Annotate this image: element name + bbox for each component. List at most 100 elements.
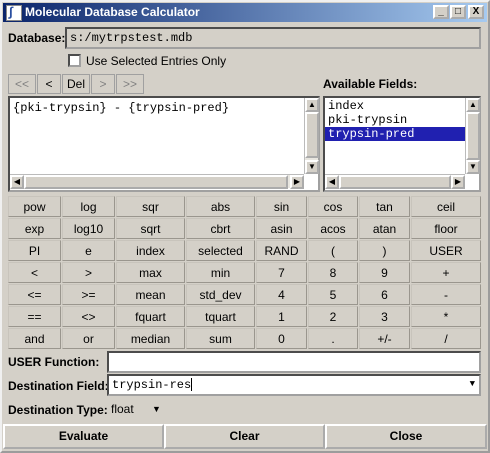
calc-key-button[interactable]: and xyxy=(8,328,61,349)
calc-key-button[interactable]: PI xyxy=(8,240,61,261)
expression-editor[interactable]: {pki-trypsin} - {trypsin-pred} ▲ ▼ ◀ ▶ xyxy=(8,96,320,192)
calc-key-button[interactable]: ) xyxy=(359,240,410,261)
calc-key-button[interactable]: ceil xyxy=(411,196,481,217)
expression-vscrollbar[interactable]: ▲ ▼ xyxy=(304,98,319,174)
list-item[interactable]: pki-trypsin xyxy=(325,113,465,127)
calc-key-button[interactable]: std_dev xyxy=(186,284,255,305)
calc-key-button[interactable]: cos xyxy=(308,196,358,217)
calc-key-button[interactable]: USER xyxy=(411,240,481,261)
calc-key-button[interactable]: sin xyxy=(256,196,307,217)
calc-key-button[interactable]: pow xyxy=(8,196,61,217)
calc-key-button[interactable]: floor xyxy=(411,218,481,239)
scroll-right-icon[interactable]: ▶ xyxy=(290,175,304,189)
use-selected-checkbox[interactable] xyxy=(68,54,81,67)
calc-key-button[interactable]: selected xyxy=(186,240,255,261)
destination-field-combo[interactable]: trypsin-res ▼ xyxy=(107,374,481,396)
calc-key-button[interactable]: + xyxy=(411,262,481,283)
calc-key-button[interactable]: RAND xyxy=(256,240,307,261)
calc-key-button[interactable]: 1 xyxy=(256,306,307,327)
calc-key-button[interactable]: max xyxy=(116,262,185,283)
calc-key-button[interactable]: == xyxy=(8,306,61,327)
calc-key-button[interactable]: +/- xyxy=(359,328,410,349)
window-title: Molecular Database Calculator xyxy=(25,5,200,19)
calc-key-button[interactable]: 6 xyxy=(359,284,410,305)
calc-key-button[interactable]: 7 xyxy=(256,262,307,283)
scroll-left-icon[interactable]: ◀ xyxy=(10,175,24,189)
calc-key-button[interactable]: or xyxy=(62,328,115,349)
calc-key-button[interactable]: atan xyxy=(359,218,410,239)
calc-key-button[interactable]: >= xyxy=(62,284,115,305)
calc-key-button[interactable]: log xyxy=(62,196,115,217)
scroll-left-icon[interactable]: ◀ xyxy=(325,175,339,189)
scroll-down-icon[interactable]: ▼ xyxy=(466,160,480,174)
calc-key-button[interactable]: 5 xyxy=(308,284,358,305)
calc-key-button[interactable]: sqrt xyxy=(116,218,185,239)
scroll-thumb[interactable] xyxy=(305,112,319,158)
destination-type-label: Destination Type: xyxy=(8,403,108,417)
fields-vscrollbar[interactable]: ▲ ▼ xyxy=(465,98,480,174)
calc-key-button[interactable]: < xyxy=(8,262,61,283)
calc-key-button[interactable]: min xyxy=(186,262,255,283)
hscroll-thumb[interactable] xyxy=(339,175,451,189)
last-entry-button[interactable]: >> xyxy=(116,74,144,94)
calc-key-button[interactable]: . xyxy=(308,328,358,349)
calc-key-button[interactable]: 0 xyxy=(256,328,307,349)
fields-hscrollbar[interactable]: ◀ ▶ xyxy=(325,174,465,189)
calc-key-button[interactable]: ( xyxy=(308,240,358,261)
list-item[interactable]: index xyxy=(325,99,465,113)
destination-type-select[interactable]: float ▼ xyxy=(108,399,163,419)
scroll-up-icon[interactable]: ▲ xyxy=(466,98,480,112)
use-selected-label: Use Selected Entries Only xyxy=(86,54,227,68)
scroll-right-icon[interactable]: ▶ xyxy=(451,175,465,189)
user-function-input[interactable] xyxy=(107,351,481,373)
prev-entry-button[interactable]: < xyxy=(37,74,61,94)
calc-key-button[interactable]: index xyxy=(116,240,185,261)
calc-key-button[interactable]: - xyxy=(411,284,481,305)
app-icon: ∫ xyxy=(6,4,22,21)
calc-key-button[interactable]: mean xyxy=(116,284,185,305)
calc-key-button[interactable]: 2 xyxy=(308,306,358,327)
calc-key-button[interactable]: sqr xyxy=(116,196,185,217)
calc-key-button[interactable]: tquart xyxy=(186,306,255,327)
calc-key-button[interactable]: cbrt xyxy=(186,218,255,239)
calc-key-button[interactable]: 4 xyxy=(256,284,307,305)
calc-key-button[interactable]: * xyxy=(411,306,481,327)
expression-hscrollbar[interactable]: ◀ ▶ xyxy=(10,174,304,189)
list-item-selected[interactable]: trypsin-pred xyxy=(325,127,465,141)
calc-key-button[interactable]: log10 xyxy=(62,218,115,239)
title-bar[interactable]: ∫ Molecular Database Calculator _ □ X xyxy=(3,3,487,22)
calc-key-button[interactable]: 9 xyxy=(359,262,410,283)
calc-key-button[interactable]: / xyxy=(411,328,481,349)
available-fields-list[interactable]: index pki-trypsin trypsin-pred ▲ ▼ ◀ ▶ xyxy=(323,96,481,192)
calc-key-button[interactable]: e xyxy=(62,240,115,261)
scroll-down-icon[interactable]: ▼ xyxy=(305,160,319,174)
close-window-button[interactable]: X xyxy=(468,5,484,19)
calc-key-button[interactable]: exp xyxy=(8,218,61,239)
delete-entry-button[interactable]: Del xyxy=(62,74,90,94)
calc-key-button[interactable]: > xyxy=(62,262,115,283)
scroll-thumb[interactable] xyxy=(466,112,480,160)
calc-key-button[interactable]: asin xyxy=(256,218,307,239)
next-entry-button[interactable]: > xyxy=(91,74,115,94)
calc-key-button[interactable]: 8 xyxy=(308,262,358,283)
chevron-down-icon[interactable]: ▼ xyxy=(152,399,161,419)
calc-key-button[interactable]: tan xyxy=(359,196,410,217)
clear-button[interactable]: Clear xyxy=(164,424,325,449)
maximize-button[interactable]: □ xyxy=(450,5,466,19)
calc-key-button[interactable]: <= xyxy=(8,284,61,305)
first-entry-button[interactable]: << xyxy=(8,74,36,94)
calc-key-button[interactable]: <> xyxy=(62,306,115,327)
scroll-up-icon[interactable]: ▲ xyxy=(305,98,319,112)
calc-key-button[interactable]: acos xyxy=(308,218,358,239)
calc-key-button[interactable]: abs xyxy=(186,196,255,217)
calc-key-button[interactable]: fquart xyxy=(116,306,185,327)
evaluate-button[interactable]: Evaluate xyxy=(3,424,164,449)
hscroll-thumb[interactable] xyxy=(24,175,288,189)
calc-key-button[interactable]: median xyxy=(116,328,185,349)
database-path-field: s:/mytrpstest.mdb xyxy=(65,27,481,49)
calc-key-button[interactable]: sum xyxy=(186,328,255,349)
chevron-down-icon[interactable]: ▼ xyxy=(470,379,475,389)
close-button[interactable]: Close xyxy=(325,424,487,449)
minimize-button[interactable]: _ xyxy=(433,5,449,19)
calc-key-button[interactable]: 3 xyxy=(359,306,410,327)
